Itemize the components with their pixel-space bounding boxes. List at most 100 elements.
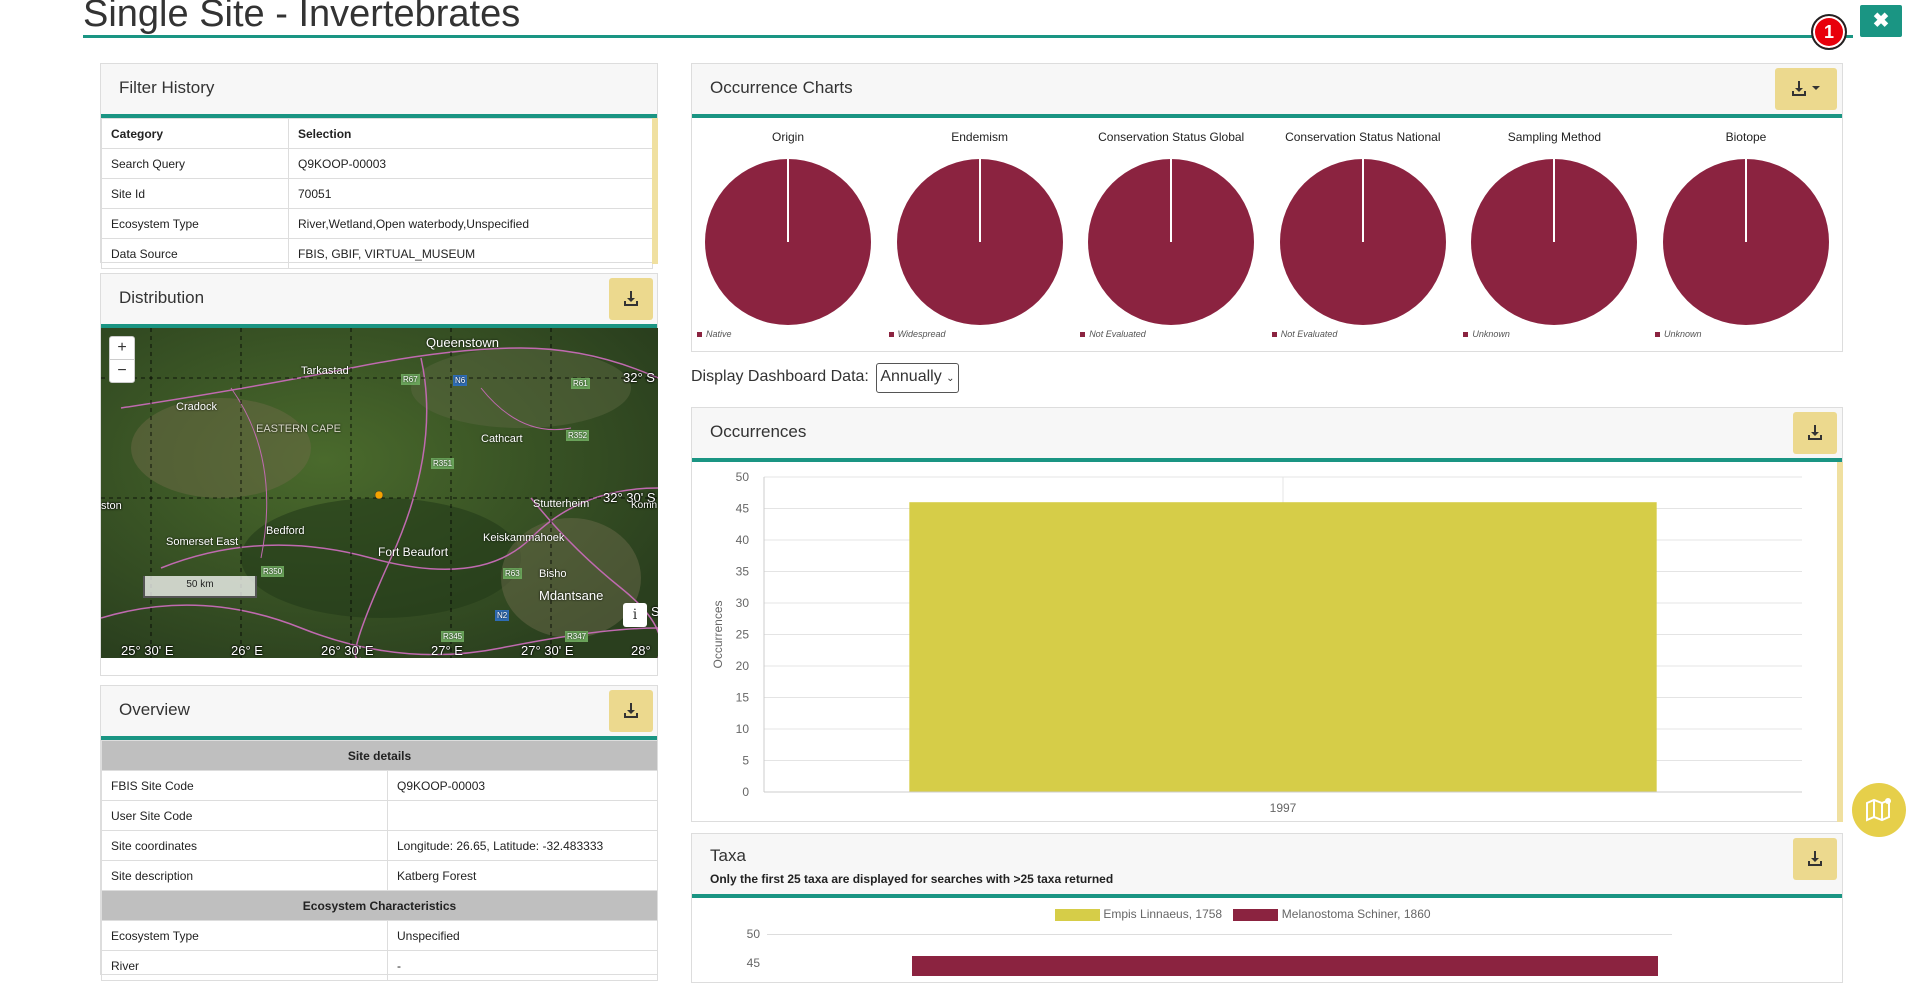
legend-label: Empis Linnaeus, 1758: [1103, 907, 1223, 921]
occurrences-panel: Occurrences 0 5 10 15 20 25 30 35 40 45 50 1997 Occu…: [691, 407, 1843, 822]
y-tick-label: 40: [736, 533, 750, 547]
occurrence-charts-download-dropdown[interactable]: [1775, 68, 1837, 110]
field-label: Site description: [101, 860, 388, 891]
legend-label: Not Evaluated: [1280, 329, 1338, 339]
overview-panel: Overview Site details FBIS Site Code Q9KO…: [100, 685, 658, 981]
pie-legend: Not Evaluated: [1271, 329, 1338, 339]
pie-chart-title: Conservation Status Global: [1098, 130, 1245, 144]
table-row: Ecosystem Type Unspecified: [101, 920, 658, 951]
map-label: Stutterheim: [533, 498, 590, 510]
x-tick-label: 1997: [1270, 801, 1297, 815]
section-heading-row: Site details: [101, 740, 658, 771]
section-heading: Site details: [101, 740, 658, 771]
road-shield: R345: [441, 631, 465, 642]
cell-category: Search Query: [101, 148, 289, 179]
map-icon: [1866, 798, 1891, 822]
filter-history-scrollbar[interactable]: [652, 118, 658, 264]
road-shield: R347: [565, 631, 589, 642]
legend-swatch: [1271, 332, 1277, 338]
road-shield: R351: [431, 458, 455, 469]
section-heading: Ecosystem Characteristics: [101, 890, 658, 921]
occurrences-bar-chart: 0 5 10 15 20 25 30 35 40 45 50 1997 Occurrences: [711, 470, 1802, 815]
filter-history-header: Filter History: [101, 64, 657, 118]
map-label: EASTERN CAPE: [256, 423, 341, 435]
map-info-button[interactable]: i: [623, 603, 647, 627]
legend-label: Melanostoma Schiner, 1860: [1281, 907, 1431, 921]
field-value: -: [387, 950, 658, 981]
occurrence-charts-panel: Occurrence Charts Origin Native Endemism Wi…: [691, 63, 1843, 352]
cell-selection: 70051: [288, 178, 653, 209]
legend-swatch: [1233, 908, 1279, 921]
y-tick-label: 5: [742, 754, 749, 768]
map-lon-label: 28° E: [631, 643, 651, 658]
map-lon-label: 26° 30' E: [321, 643, 374, 658]
map-lon-label: 27° E: [431, 643, 463, 658]
column-header-selection: Selection: [288, 118, 653, 149]
pie-legend: Not Evaluated: [1080, 329, 1146, 339]
taxa-panel: Taxa Only the first 25 taxa are displaye…: [691, 833, 1843, 983]
pie-chart-title: Sampling Method: [1507, 130, 1602, 144]
y-tick-label: 15: [736, 691, 750, 705]
road-shield: N2: [495, 610, 510, 621]
filter-history-title: Filter History: [119, 78, 215, 97]
pie-chart: [1663, 159, 1829, 325]
occurrences-download-button[interactable]: [1793, 412, 1837, 454]
distribution-map[interactable]: Queenstown Tarkastad Cradock EASTERN CAP…: [101, 328, 658, 658]
field-label: Ecosystem Type: [101, 920, 388, 951]
gridline: [767, 934, 1672, 935]
map-view-button[interactable]: [1852, 783, 1906, 837]
legend-swatch: [888, 332, 894, 338]
close-button[interactable]: ✖: [1860, 5, 1902, 37]
map-label: Bedford: [266, 525, 305, 537]
pie-chart: [1471, 159, 1638, 325]
cell-category: Data Source: [101, 238, 289, 269]
annotation-badge-1: 1: [1811, 14, 1847, 50]
download-icon: [624, 291, 638, 306]
zoom-out-button[interactable]: −: [110, 360, 134, 382]
map-label: Keiskammahoek: [483, 532, 565, 544]
table-row: Site description Katberg Forest: [101, 860, 658, 891]
taxa-legend: Empis Linnaeus, 1758 Melanostoma Schiner…: [1055, 907, 1431, 921]
occurrence-charts-header: Occurrence Charts: [692, 64, 1842, 118]
cell-selection: River,Wetland,Open waterbody,Unspecified: [288, 208, 653, 239]
road-shield: R350: [261, 566, 285, 577]
legend-label: Unknown: [1664, 329, 1702, 339]
pie-chart-title: Biotope: [1725, 130, 1767, 144]
overview-title: Overview: [119, 700, 190, 719]
taxa-download-button[interactable]: [1793, 838, 1837, 880]
taxa-note: Only the first 25 taxa are displayed for…: [710, 872, 1114, 886]
map-lon-label: 25° 30' E: [121, 643, 174, 658]
occurrences-scrollbar[interactable]: [1837, 462, 1843, 822]
dashboard-period-control: Display Dashboard Data: Annually ⌄: [691, 363, 959, 393]
map-label: Fort Beaufort: [378, 545, 449, 559]
page-title: Single Site - Invertebrates: [83, 0, 521, 35]
dashboard-period-select[interactable]: Annually ⌄: [876, 363, 959, 393]
road-shield: R63: [503, 568, 522, 579]
distribution-title: Distribution: [119, 288, 205, 307]
download-icon: [1808, 851, 1822, 866]
zoom-in-button[interactable]: +: [110, 337, 134, 360]
field-label: River: [101, 950, 388, 981]
overview-table: Site details FBIS Site Code Q9KOOP-00003 …: [101, 740, 658, 981]
map-label: Tarkastad: [301, 365, 349, 377]
filter-history-panel: Filter History Category Selection Search…: [100, 63, 658, 269]
y-tick-label: 45: [746, 956, 760, 970]
cell-category: Ecosystem Type: [101, 208, 289, 239]
legend-swatch: [1055, 908, 1100, 921]
y-tick-label: 10: [736, 722, 750, 736]
map-label: Cathcart: [481, 433, 523, 445]
map-label: Bisho: [539, 568, 567, 580]
table-row: User Site Code: [101, 800, 658, 831]
pie-chart: [1279, 159, 1446, 325]
cell-selection: FBIS, GBIF, VIRTUAL_MUSEUM: [288, 238, 653, 269]
y-tick-label: 25: [736, 628, 750, 642]
zoom-controls: + −: [109, 336, 135, 383]
overview-download-button[interactable]: [609, 690, 653, 732]
pie-chart-title: Endemism: [951, 130, 1008, 144]
legend-swatch: [1655, 332, 1660, 338]
y-tick-label: 20: [736, 659, 750, 673]
download-icon: [1792, 81, 1820, 96]
download-icon: [1808, 425, 1822, 440]
distribution-download-button[interactable]: [609, 278, 653, 320]
pie-legend: Widespread: [888, 329, 946, 339]
